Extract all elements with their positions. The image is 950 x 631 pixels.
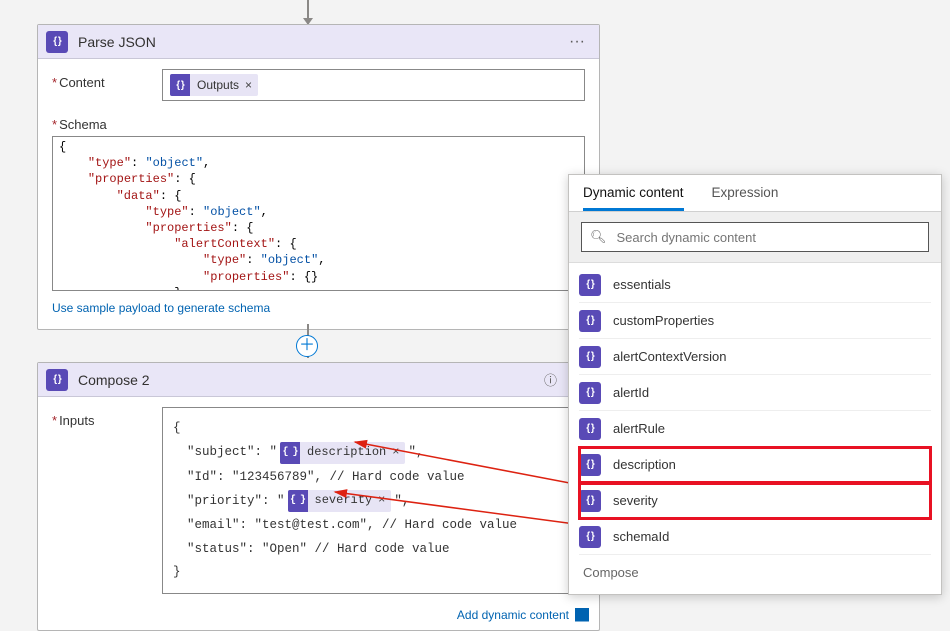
dynamic-item-severity[interactable]: severity (579, 483, 931, 519)
dynamic-item-label: essentials (613, 277, 671, 292)
card-title: Parse JSON (78, 34, 563, 50)
dynamic-item-label: customProperties (613, 313, 714, 328)
schema-input[interactable]: { "type": "object", "properties": { "dat… (52, 136, 585, 291)
braces-icon (579, 526, 601, 548)
dynamic-item-label: schemaId (613, 529, 669, 544)
dynamic-item-label: alertId (613, 385, 649, 400)
flow-connector-top (307, 0, 309, 24)
dynamic-item-label: alertContextVersion (613, 349, 726, 364)
braces-icon (288, 490, 308, 512)
token-remove-icon[interactable]: × (245, 78, 252, 92)
dynamic-content-popover: Dynamic content Expression 🔍︎ essentials… (568, 174, 942, 595)
braces-icon (579, 310, 601, 332)
parse-json-card: Parse JSON ··· *Content Outputs × *Schem… (37, 24, 600, 330)
content-field[interactable]: Outputs × (162, 69, 585, 101)
braces-icon (46, 369, 68, 391)
compose-card: Compose 2 ⓘ ··· *Inputs { "subject": " d… (37, 362, 600, 631)
tab-expression[interactable]: Expression (712, 185, 779, 211)
braces-icon (579, 346, 601, 368)
dynamic-item-label: alertRule (613, 421, 665, 436)
inputs-label: *Inputs (52, 407, 162, 428)
info-icon[interactable]: ⓘ (538, 370, 563, 389)
card-title: Compose 2 (78, 372, 538, 388)
dynamic-item-alertContextVersion[interactable]: alertContextVersion (579, 339, 931, 375)
braces-icon (170, 74, 190, 96)
dynamic-item-essentials[interactable]: essentials (579, 267, 931, 303)
content-label: *Content (52, 69, 162, 90)
search-field[interactable] (615, 229, 920, 246)
braces-icon (579, 274, 601, 296)
add-dynamic-content-link[interactable]: Add dynamic content (38, 604, 599, 630)
dynamic-item-schemaId[interactable]: schemaId (579, 519, 931, 555)
tab-dynamic-content[interactable]: Dynamic content (583, 185, 684, 211)
schema-label: *Schema (52, 111, 162, 132)
severity-token[interactable]: severity × (288, 490, 392, 512)
search-icon: 🔍︎ (590, 229, 607, 245)
inputs-field[interactable]: { "subject": " description × ", "Id": "1… (162, 407, 585, 594)
description-token[interactable]: description × (280, 442, 405, 464)
schema-json: { "type": "object", "properties": { "dat… (59, 139, 578, 291)
braces-icon (579, 418, 601, 440)
fx-icon (575, 608, 589, 622)
dynamic-item-label: severity (613, 493, 658, 508)
dynamic-item-customProperties[interactable]: customProperties (579, 303, 931, 339)
compose-header[interactable]: Compose 2 ⓘ ··· (38, 363, 599, 397)
dynamic-item-description[interactable]: description (579, 447, 931, 483)
braces-icon (579, 382, 601, 404)
use-sample-payload-link[interactable]: Use sample payload to generate schema (52, 301, 270, 315)
braces-icon (579, 454, 601, 476)
dynamic-item-alertRule[interactable]: alertRule (579, 411, 931, 447)
dynamic-content-list[interactable]: essentials customProperties alertContextVe… (569, 263, 941, 594)
add-step-button[interactable]: ＋ (296, 335, 318, 357)
group-heading: Compose (579, 555, 931, 584)
parse-json-header[interactable]: Parse JSON ··· (38, 25, 599, 59)
token-remove-icon[interactable]: × (378, 490, 385, 512)
dynamic-search-input[interactable]: 🔍︎ (581, 222, 929, 252)
token-remove-icon[interactable]: × (392, 442, 399, 464)
card-menu-button[interactable]: ··· (563, 33, 591, 51)
dynamic-item-label: description (613, 457, 676, 472)
dynamic-item-alertId[interactable]: alertId (579, 375, 931, 411)
outputs-token[interactable]: Outputs × (170, 74, 258, 96)
braces-icon (579, 490, 601, 512)
braces-icon (46, 31, 68, 53)
braces-icon (280, 442, 300, 464)
